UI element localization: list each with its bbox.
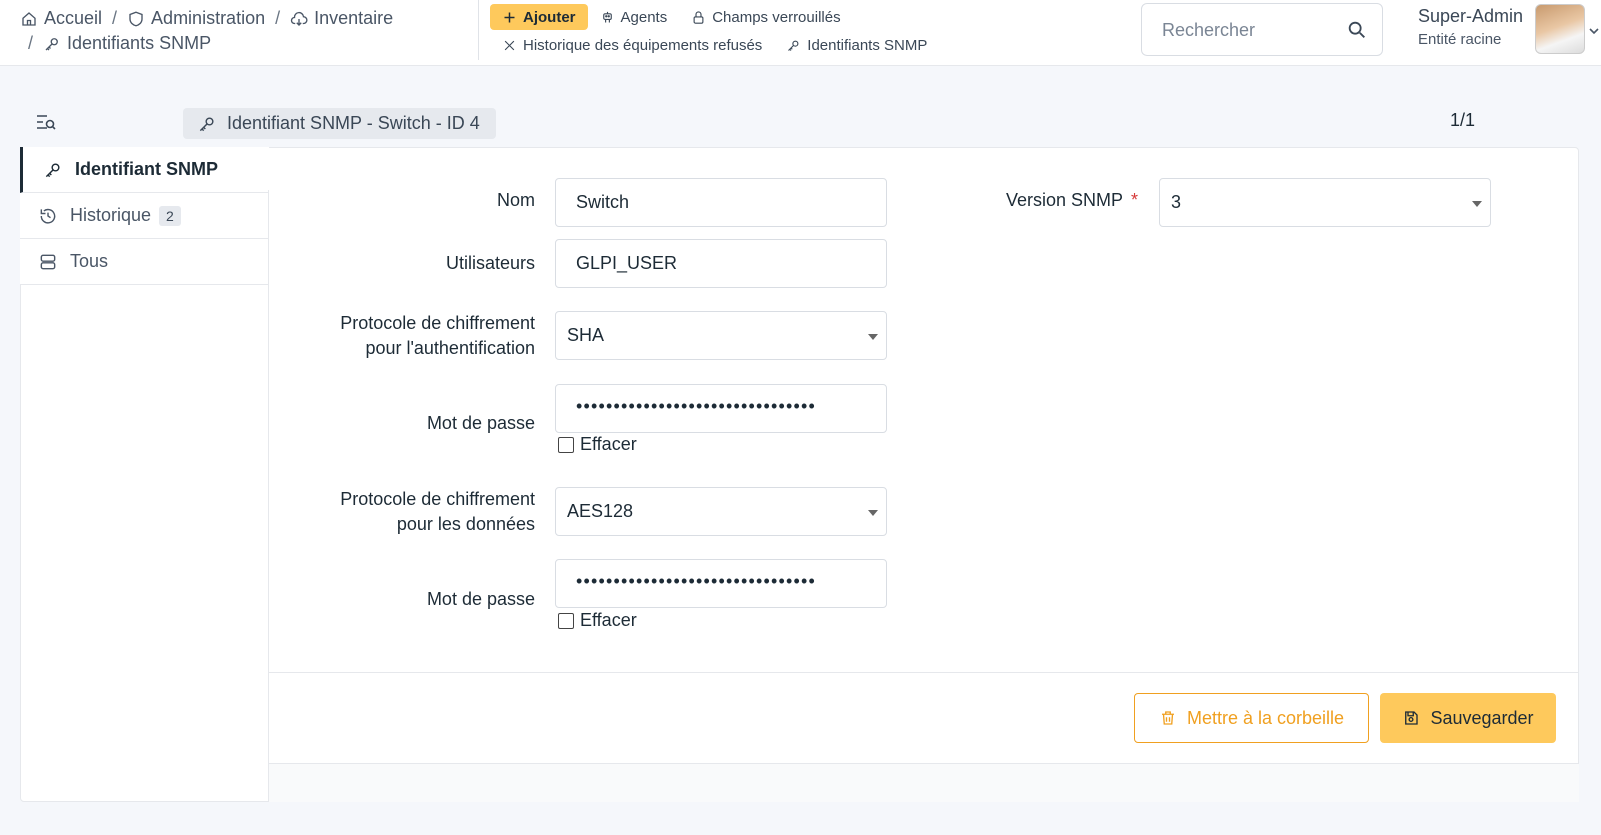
priv-protocol-label: Protocole de chiffrement pour les donnée… [290,487,535,537]
required-marker: * [1130,190,1138,210]
breadcrumb-home[interactable]: Accueil [20,6,102,31]
snmp-version-label-text: Version SNMP [1005,190,1123,210]
snmp-version-label: Version SNMP * [930,188,1138,213]
robot-icon [602,11,612,22]
breadcrumb-separator: / [112,8,118,28]
priv-protocol-label-line2: pour les données [396,514,535,534]
auth-password-masked: •••••••••••••••••••••••••••••••• [576,396,817,416]
tab-history[interactable]: Historique 2 [20,193,269,239]
breadcrumb-home-label: Accueil [44,8,103,28]
breadcrumb-administration[interactable]: Administration [127,6,265,31]
auth-protocol-select[interactable]: SHA [555,311,887,360]
form-footer-divider [269,672,1579,673]
toggle-tabs-icon[interactable] [35,112,57,132]
pager: 1/1 [1450,110,1476,130]
tab-label: Identifiant SNMP [75,159,218,179]
home-icon [22,11,36,26]
avatar[interactable] [1535,4,1585,54]
users-label: Utilisateurs [445,253,535,273]
tab-snmp-credential[interactable]: Identifiant SNMP [20,147,269,193]
snmp-credentials-link[interactable]: Identifiants SNMP [774,32,939,58]
snmp-version-select[interactable]: 3 [1159,178,1491,227]
name-label: Nom [496,190,535,210]
dropdown-caret-icon [1472,201,1482,207]
priv-password-field[interactable]: •••••••••••••••••••••••••••••••• [555,559,887,608]
floppy-disk-icon [1405,711,1419,725]
dropdown-caret-icon [868,510,878,516]
snmp-credentials-link-label: Identifiants SNMP [807,36,928,54]
search-icon[interactable] [1346,19,1368,41]
checkbox-box[interactable] [558,436,574,453]
add-button[interactable]: Ajouter [490,4,588,30]
auth-password-field[interactable]: •••••••••••••••••••••••••••••••• [555,384,887,433]
key-icon [199,116,214,131]
trash-button[interactable]: Mettre à la corbeille [1134,693,1369,743]
locked-fields-link[interactable]: Champs verrouillés [679,4,852,30]
global-search [1141,3,1383,56]
priv-password-label: Mot de passe [426,589,535,609]
close-icon [504,40,515,50]
name-input[interactable] [576,192,856,213]
locked-fields-link-label: Champs verrouillés [712,8,841,26]
name-field [555,178,887,227]
breadcrumb-current[interactable]: Identifiants SNMP [43,31,211,56]
save-button[interactable]: Sauvegarder [1380,693,1556,743]
plus-icon [504,12,515,22]
breadcrumb-separator: / [275,8,281,28]
clear-label: Effacer [580,610,637,630]
breadcrumb-inventory-label: Inventaire [314,8,394,28]
tab-label: Historique [70,205,152,225]
checkbox-box[interactable] [558,612,574,629]
refused-history-link-label: Historique des équipements refusés [523,36,763,54]
dropdown-caret-icon [868,334,878,340]
auth-protocol-label-line1: Protocole de chiffrement [340,313,535,333]
shield-icon [129,11,143,26]
chevron-down-icon[interactable] [1589,26,1599,36]
breadcrumb: Accueil / Administration / Inventaire / … [20,6,470,56]
key-icon [45,37,58,50]
breadcrumb-separator: / [28,33,34,53]
item-title: Identifiant SNMP - Switch - ID 4 [183,108,496,139]
breadcrumb-current-label: Identifiants SNMP [67,33,212,53]
search-input[interactable] [1162,20,1342,41]
users-field [555,239,887,288]
stack-icon [40,254,56,269]
key-icon [788,40,799,51]
auth-protocol-label: Protocole de chiffrement pour l'authenti… [290,311,535,361]
key-icon [45,162,60,177]
auth-password-clear-checkbox[interactable]: Effacer [558,434,637,455]
card-footer [269,763,1579,802]
clear-label: Effacer [580,434,637,454]
users-input[interactable] [576,253,856,274]
auth-protocol-label-line2: pour l'authentification [365,338,535,358]
priv-protocol-label-line1: Protocole de chiffrement [340,489,535,509]
agents-link[interactable]: Agents [588,4,680,30]
priv-password-masked: •••••••••••••••••••••••••••••••• [576,571,817,591]
save-button-label: Sauvegarder [1430,707,1534,728]
item-title-text: Identifiant SNMP - Switch - ID 4 [227,113,480,133]
breadcrumb-administration-label: Administration [151,8,266,28]
priv-protocol-select[interactable]: AES128 [555,487,887,536]
tab-label: Tous [70,251,109,271]
auth-protocol-value: SHA [567,325,605,345]
history-count-badge: 2 [159,205,181,226]
header-divider [478,0,479,60]
tab-all[interactable]: Tous [20,239,269,285]
lock-icon [693,10,704,24]
refused-history-link[interactable]: Historique des équipements refusés [490,32,774,58]
add-button-label: Ajouter [523,8,576,26]
snmp-version-value: 3 [1171,192,1182,212]
breadcrumb-inventory[interactable]: Inventaire [290,6,393,31]
priv-protocol-value: AES128 [567,501,634,521]
tabs-sidebar: Identifiant SNMP Historique 2 Tous [20,147,269,285]
agents-link-label: Agents [620,8,668,26]
quick-links: Ajouter Agents Champs verrouillés Histor… [490,3,1090,59]
trash-button-label: Mettre à la corbeille [1186,707,1345,728]
history-icon [40,208,56,224]
priv-password-clear-checkbox[interactable]: Effacer [558,610,637,631]
auth-password-label: Mot de passe [426,413,535,433]
top-bar: Accueil / Administration / Inventaire / … [0,0,1601,66]
cloud-download-icon [291,11,308,26]
trash-icon [1161,711,1174,725]
